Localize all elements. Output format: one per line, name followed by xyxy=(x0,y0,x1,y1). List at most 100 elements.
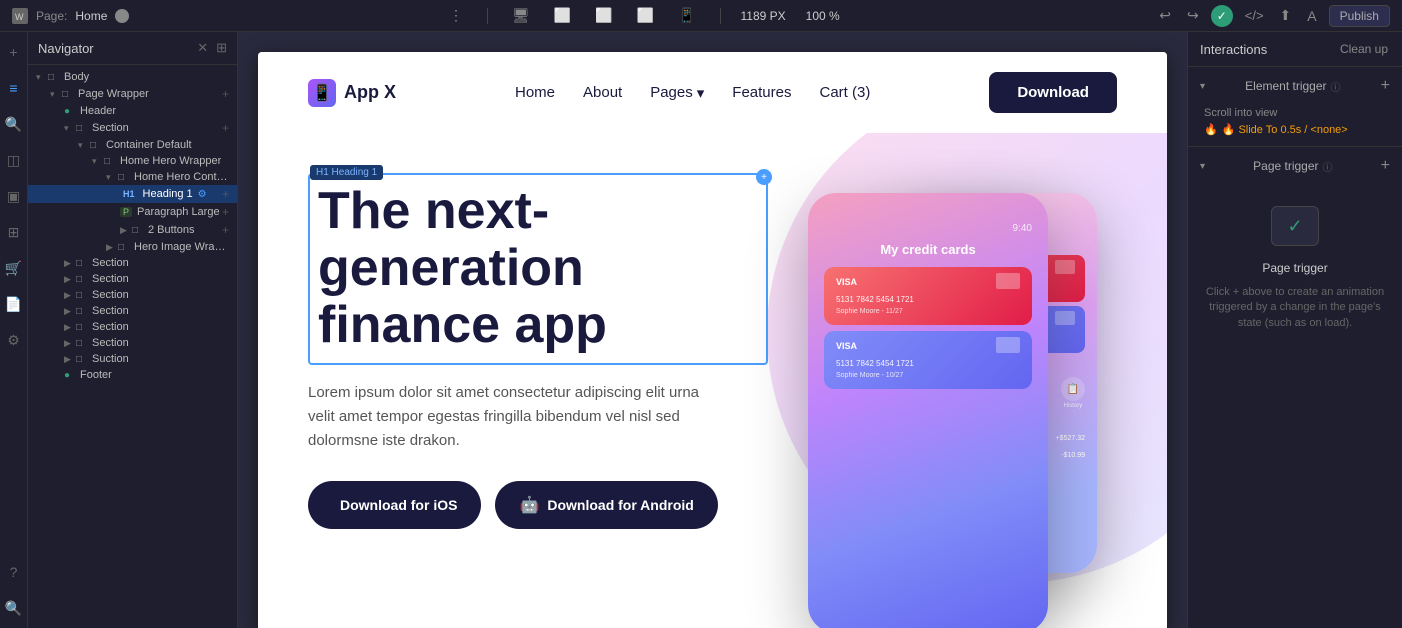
tree-label-section-5: Section xyxy=(92,305,129,317)
tree-item-section-5[interactable]: ▶ □ Section xyxy=(28,303,237,319)
qa-history[interactable]: 📋History xyxy=(1061,377,1085,409)
ios-btn-label: Download for iOS xyxy=(340,497,457,513)
nav-link-home[interactable]: Home xyxy=(515,84,555,101)
tree-item-section-7[interactable]: ▶ □ Section xyxy=(28,335,237,351)
tree-add-btn[interactable]: + xyxy=(222,187,229,201)
expand-page-trigger-icon: ▾ xyxy=(1200,161,1205,172)
page-status-dot: ◎ xyxy=(115,9,129,23)
element-trigger-label: Element trigger ⓘ xyxy=(1245,79,1340,94)
pages-chevron: ▾ xyxy=(697,84,705,102)
tree-item-section-1[interactable]: ▾ □ Section + xyxy=(28,119,237,137)
tree-item-section-3[interactable]: ▶ □ Section xyxy=(28,271,237,287)
expand-navigator-icon[interactable]: ⊞ xyxy=(216,40,227,56)
tree-label-body: Body xyxy=(64,71,89,83)
site-nav-links: Home About Pages ▾ Features Cart (3) xyxy=(515,84,870,102)
phone-main-content: 9:40 My credit cards VISA 5131 7842 5454… xyxy=(808,193,1048,411)
ecommerce-icon[interactable]: 🛒 xyxy=(2,256,26,280)
tree-add-btn[interactable]: + xyxy=(222,121,229,135)
nav-link-pages[interactable]: Pages ▾ xyxy=(650,84,704,102)
search-icon[interactable]: 🔍 xyxy=(2,112,26,136)
tree-item-hero-image-wrapper[interactable]: ▶ □ Hero Image Wrapper xyxy=(28,239,237,255)
tree-item-suction[interactable]: ▶ □ Suction xyxy=(28,351,237,367)
px-value: 1189 PX xyxy=(741,9,786,23)
site-nav: 📱 App X Home About Pages ▾ Features Cart… xyxy=(258,52,1167,133)
nav-link-cart[interactable]: Cart (3) xyxy=(819,84,870,101)
tree-add-btn[interactable]: + xyxy=(222,205,229,219)
tree-add-btn[interactable]: + xyxy=(222,223,229,237)
section-icon: □ xyxy=(76,338,90,349)
desktop-icon[interactable]: 🖥 xyxy=(508,5,534,26)
navigator-icon[interactable]: ≡ xyxy=(2,76,26,100)
footer-icon: ● xyxy=(64,370,78,381)
tree-item-container[interactable]: ▾ □ Container Default xyxy=(28,137,237,153)
qa-history-label: History xyxy=(1064,403,1083,409)
add-page-trigger-button[interactable]: + xyxy=(1381,157,1390,175)
ios-download-button[interactable]: Download for iOS xyxy=(308,481,481,529)
tree-arrow: ▾ xyxy=(78,140,88,151)
info-icon: ⓘ xyxy=(1331,79,1341,94)
tree-label-section-3: Section xyxy=(92,273,129,285)
canvas-frame: 📱 App X Home About Pages ▾ Features Cart… xyxy=(258,52,1167,628)
slide-to-row: 🔥 🔥 Slide To 0.5s / <none> xyxy=(1204,123,1386,136)
editor-icon[interactable]: A xyxy=(1303,6,1320,26)
nav-link-about[interactable]: About xyxy=(583,84,622,101)
redo-icon[interactable]: ↪ xyxy=(1183,5,1203,26)
help-icon[interactable]: ? xyxy=(2,560,26,584)
tree-item-buttons[interactable]: ▶ □ 2 Buttons + xyxy=(28,221,237,239)
interactions-title: Interactions xyxy=(1200,42,1267,57)
divider xyxy=(487,8,488,24)
hero-heading[interactable]: The next-generation finance app xyxy=(318,183,758,355)
code-icon[interactable]: </> xyxy=(1241,6,1268,25)
tablet-icon[interactable]: ⬜ xyxy=(591,5,616,26)
hero-heading-badge: H1 Heading 1 xyxy=(310,165,383,180)
element-trigger-row[interactable]: ▾ Element trigger ⓘ + xyxy=(1188,67,1402,103)
mobile-icon[interactable]: 📱 xyxy=(674,5,699,26)
settings-icon[interactable]: ⚙ xyxy=(2,328,26,352)
element-trigger-text: Element trigger xyxy=(1245,79,1326,93)
tree-item-body[interactable]: ▾ □ Body xyxy=(28,69,237,85)
nav-link-features[interactable]: Features xyxy=(732,84,791,101)
tree-item-section-2[interactable]: ▶ □ Section xyxy=(28,255,237,271)
tree-item-page-wrapper[interactable]: ▾ □ Page Wrapper + xyxy=(28,85,237,103)
tree-label-hero-content: Home Hero Content xyxy=(134,171,229,183)
tree-item-heading-1[interactable]: H1 Heading 1 ⚙ + xyxy=(28,185,237,203)
pages-icon[interactable]: 📄 xyxy=(2,292,26,316)
add-element-trigger-button[interactable]: + xyxy=(1381,77,1390,95)
tree-item-hero-wrapper[interactable]: ▾ □ Home Hero Wrapper xyxy=(28,153,237,169)
p-tag: P xyxy=(120,207,132,217)
publish-button[interactable]: Publish xyxy=(1329,5,1390,27)
phone-main-mockup: 9:40 My credit cards VISA 5131 7842 5454… xyxy=(808,193,1048,628)
container-icon: □ xyxy=(90,140,104,151)
tree-item-paragraph[interactable]: P Paragraph Large + xyxy=(28,203,237,221)
more-icon[interactable]: ⋮ xyxy=(445,5,467,26)
tree-item-section-6[interactable]: ▶ □ Section xyxy=(28,319,237,335)
clean-up-button[interactable]: Clean up xyxy=(1338,40,1390,58)
tree-label-section-6: Section xyxy=(92,321,129,333)
section-icon: □ xyxy=(76,123,90,134)
element-settings-icon[interactable]: ⚙ xyxy=(198,189,207,200)
divider2 xyxy=(720,8,721,24)
page-trigger-section: ▾ Page trigger ⓘ + ✓ Page trigger Click … xyxy=(1188,147,1402,351)
close-navigator-icon[interactable]: ✕ xyxy=(197,40,208,56)
search-bottom-icon[interactable]: 🔍 xyxy=(2,596,26,620)
top-bar-center: ⋮ 🖥 ⬜ ⬜ ⬜ 📱 1189 PX 100 % xyxy=(445,5,840,26)
tree-item-footer[interactable]: ● Footer xyxy=(28,367,237,383)
cms-icon[interactable]: ⊞ xyxy=(2,220,26,244)
tablet-landscape-icon[interactable]: ⬜ xyxy=(550,5,575,26)
tree-add-btn[interactable]: + xyxy=(222,87,229,101)
tree-arrow: ▶ xyxy=(64,306,74,317)
undo-icon[interactable]: ↩ xyxy=(1155,5,1175,26)
nav-download-button[interactable]: Download xyxy=(989,72,1117,113)
assets-icon[interactable]: ▣ xyxy=(2,184,26,208)
tree-item-hero-content[interactable]: ▾ □ Home Hero Content xyxy=(28,169,237,185)
tablet-small-icon[interactable]: ⬜ xyxy=(633,5,658,26)
tree-item-section-4[interactable]: ▶ □ Section xyxy=(28,287,237,303)
tree-item-header[interactable]: ● Header xyxy=(28,103,237,119)
export-icon[interactable]: ⬆ xyxy=(1276,5,1296,26)
scroll-into-view-item: Scroll into view 🔥 🔥 Slide To 0.5s / <no… xyxy=(1188,103,1402,146)
add-icon[interactable]: + xyxy=(2,40,26,64)
components-icon[interactable]: ◫ xyxy=(2,148,26,172)
android-download-button[interactable]: 🤖 Download for Android xyxy=(495,481,717,529)
page-trigger-name: Page trigger xyxy=(1262,261,1327,275)
tree-arrow: ▾ xyxy=(106,172,116,183)
